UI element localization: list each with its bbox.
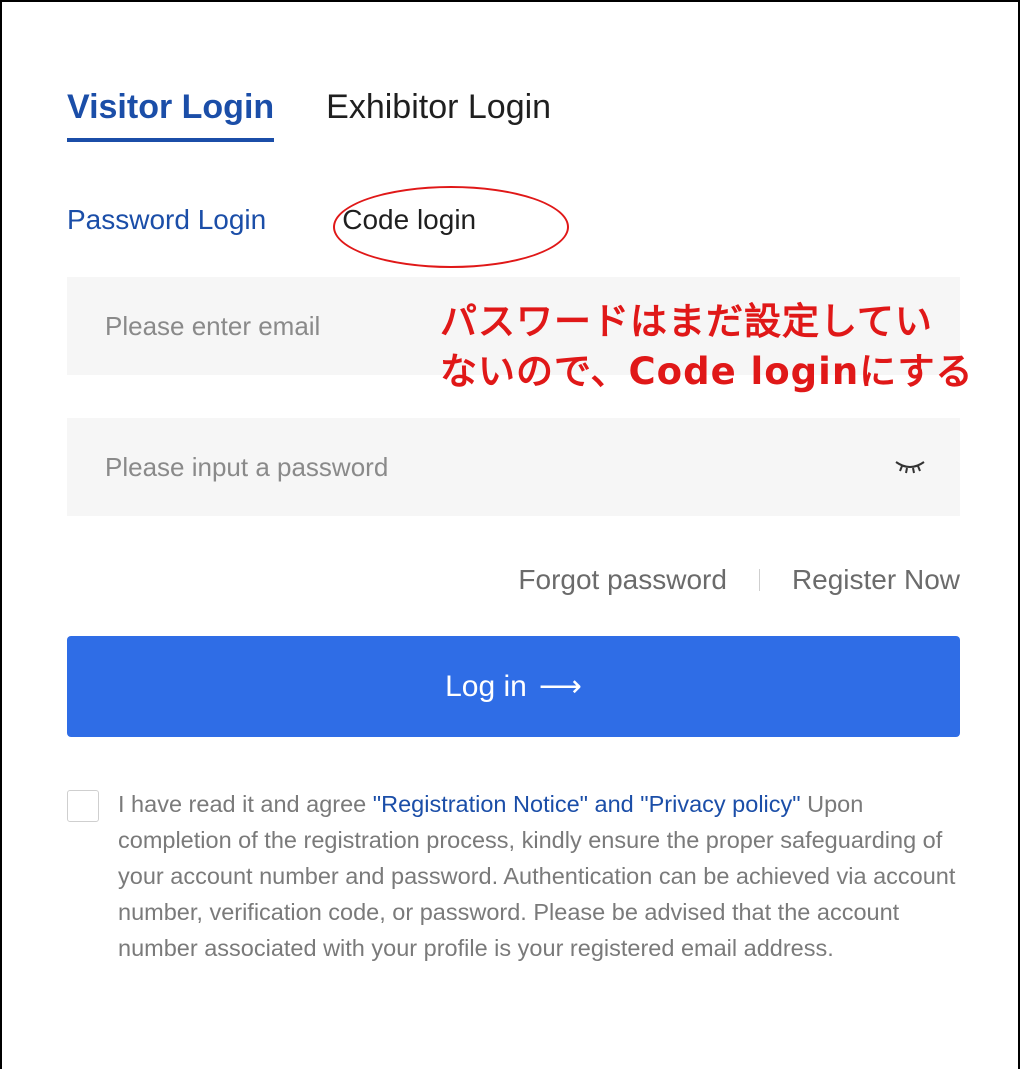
agreement-text: I have read it and agree "Registration N…: [118, 786, 967, 966]
eye-closed-icon[interactable]: [894, 457, 926, 477]
agreement-section: I have read it and agree "Registration N…: [67, 786, 967, 966]
registration-notice-link[interactable]: "Registration Notice": [373, 791, 588, 817]
forgot-password-link[interactable]: Forgot password: [518, 564, 727, 596]
agreement-prefix: I have read it and agree: [118, 791, 373, 817]
login-method-tabs: Password Login Code login: [67, 200, 476, 240]
login-button[interactable]: Log in ⟶: [67, 636, 960, 737]
annotation-line-1: パスワードはまだ設定してい: [440, 300, 933, 343]
agree-checkbox[interactable]: [67, 790, 99, 822]
role-tabs: Visitor Login Exhibitor Login: [67, 86, 551, 142]
register-now-link[interactable]: Register Now: [792, 564, 960, 596]
link-divider: [758, 569, 760, 591]
tab-code-login[interactable]: Code login: [342, 200, 476, 240]
privacy-policy-link[interactable]: "Privacy policy": [640, 791, 800, 817]
tab-exhibitor-login[interactable]: Exhibitor Login: [326, 86, 551, 128]
tab-visitor-login[interactable]: Visitor Login: [67, 86, 275, 142]
login-button-label: Log in: [445, 669, 527, 703]
arrow-right-icon: ⟶: [538, 670, 582, 703]
tab-password-login[interactable]: Password Login: [67, 200, 266, 240]
annotation-line-2: ないので、Code loginにする: [440, 350, 974, 393]
annotation-text: パスワードはまだ設定してい ないので、Code loginにする: [440, 297, 974, 397]
auth-links: Forgot password Register Now: [518, 564, 960, 596]
password-field-container: [67, 418, 960, 516]
password-input[interactable]: [105, 418, 894, 516]
agreement-and: and: [587, 791, 641, 817]
